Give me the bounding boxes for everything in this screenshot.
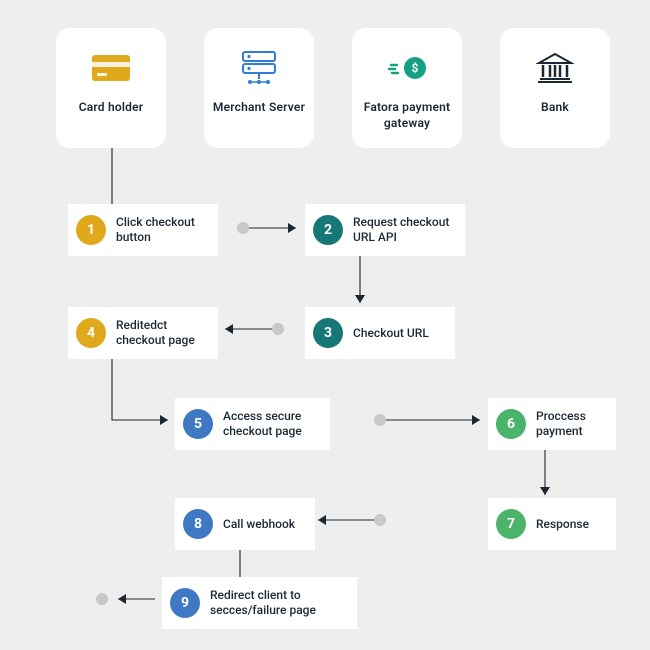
step-label: Call webhook	[223, 517, 295, 532]
svg-text:$: $	[412, 61, 419, 75]
step-6: 6 Proccess payment	[488, 398, 616, 450]
step-label: Checkout URL	[353, 326, 429, 341]
step-number: 8	[183, 509, 213, 539]
step-5: 5 Access secure checkout page	[175, 398, 330, 450]
entity-label: Fatora payment gateway	[352, 100, 462, 131]
step-number: 2	[313, 215, 343, 245]
entity-merchant-server: Merchant Server	[204, 28, 314, 148]
entity-bank: Bank	[500, 28, 610, 148]
fatora-logo-icon: $	[385, 46, 429, 90]
step-label: Request checkout URL API	[353, 215, 455, 245]
step-1: 1 Click checkout button	[68, 204, 218, 256]
step-number: 7	[496, 509, 526, 539]
bank-icon	[536, 46, 574, 90]
entity-label: Merchant Server	[213, 100, 305, 116]
step-4: 4 Reditedct checkout page	[68, 307, 218, 359]
step-number: 4	[76, 318, 106, 348]
step-label: Click checkout button	[116, 215, 208, 245]
credit-card-icon	[91, 46, 131, 90]
step-number: 6	[496, 409, 526, 439]
step-label: Reditedct checkout page	[116, 318, 208, 348]
step-label: Proccess payment	[536, 409, 606, 439]
step-number: 3	[313, 318, 343, 348]
entity-label: Card holder	[79, 100, 144, 116]
entity-card-holder: Card holder	[56, 28, 166, 148]
step-2: 2 Request checkout URL API	[305, 204, 465, 256]
step-label: Access secure checkout page	[223, 409, 320, 439]
step-label: Redirect client to secces/failure page	[210, 588, 347, 618]
step-8: 8 Call webhook	[175, 498, 315, 550]
step-9: 9 Redirect client to secces/failure page	[162, 577, 357, 629]
step-number: 5	[183, 409, 213, 439]
step-7: 7 Response	[488, 498, 616, 550]
entity-fatora-gateway: $ Fatora payment gateway	[352, 28, 462, 148]
step-number: 1	[76, 215, 106, 245]
step-label: Response	[536, 517, 589, 532]
step-number: 9	[170, 588, 200, 618]
entity-label: Bank	[541, 100, 569, 116]
server-icon	[240, 46, 278, 90]
step-3: 3 Checkout URL	[305, 307, 455, 359]
